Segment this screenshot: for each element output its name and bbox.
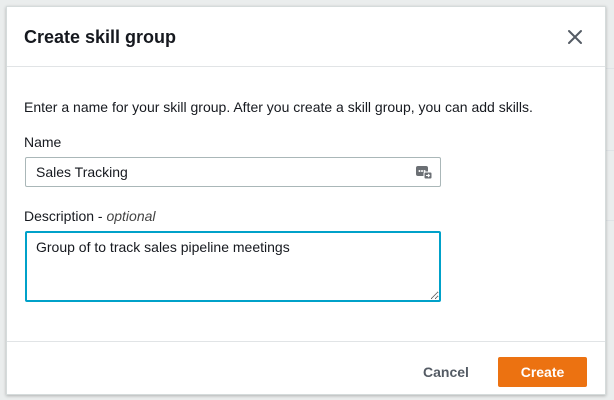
optional-hint: optional bbox=[106, 208, 156, 224]
close-icon bbox=[568, 30, 582, 44]
name-input[interactable] bbox=[25, 157, 441, 187]
description-label: Description - optional bbox=[24, 208, 156, 224]
create-skill-group-dialog: Create skill group Enter a name for your… bbox=[6, 6, 606, 395]
close-button[interactable] bbox=[563, 25, 587, 49]
create-button[interactable]: Create bbox=[498, 357, 587, 387]
dialog-header: Create skill group bbox=[7, 7, 605, 67]
description-label-text: Description - bbox=[24, 208, 107, 224]
name-label: Name bbox=[24, 134, 62, 150]
dialog-title: Create skill group bbox=[24, 27, 177, 47]
dialog-footer: Cancel Create bbox=[7, 341, 605, 396]
autofill-icon[interactable] bbox=[415, 163, 433, 181]
description-textarea[interactable]: Group of to track sales pipeline meeting… bbox=[25, 231, 441, 302]
cancel-button[interactable]: Cancel bbox=[411, 357, 481, 387]
intro-text: Enter a name for your skill group. After… bbox=[24, 99, 533, 115]
